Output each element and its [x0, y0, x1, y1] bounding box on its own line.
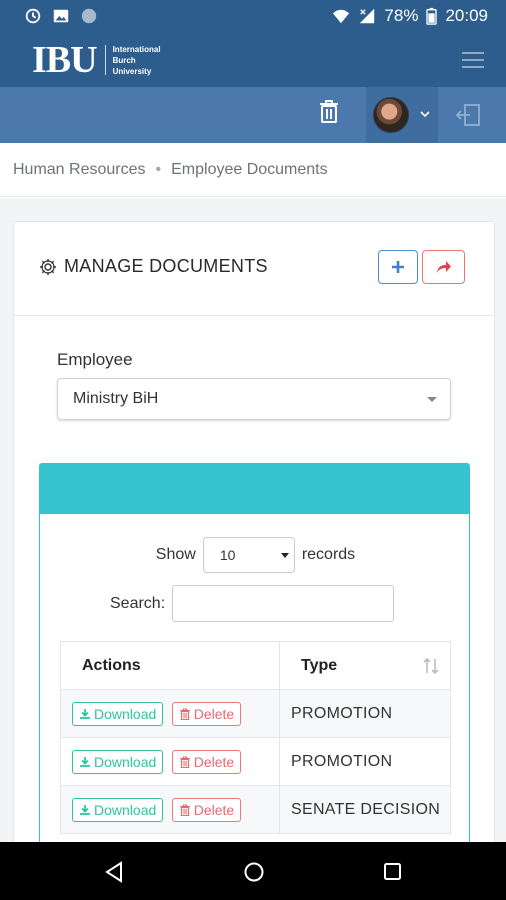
actions-cell: Download Delete	[60, 737, 280, 786]
card-title-text: MANAGE DOCUMENTS	[64, 256, 268, 276]
logo[interactable]: IBU International Burch University	[32, 39, 161, 81]
employee-select[interactable]: Ministry BiH	[57, 378, 451, 420]
hamburger-menu-icon[interactable]	[462, 52, 484, 68]
page-length-value: 10	[219, 547, 236, 563]
employee-label: Employee	[57, 350, 133, 369]
caret-down-icon	[280, 553, 289, 558]
circle-icon	[81, 8, 97, 24]
battery-percent: 78%	[384, 6, 419, 25]
logo-text: IBU	[32, 39, 98, 81]
breadcrumb: Human Resources • Employee Documents	[0, 143, 506, 197]
documents-panel: Show 10 records Search: Actions Type Dow…	[39, 463, 470, 883]
table-row: Download Delete PROMOTION	[60, 689, 451, 738]
trash-icon[interactable]	[317, 99, 341, 125]
type-cell: PROMOTION	[279, 737, 451, 786]
logo-subtitle: International Burch University	[112, 44, 161, 76]
type-cell: PROMOTION	[279, 689, 451, 738]
panel-header	[40, 464, 469, 514]
page-length-select[interactable]: 10	[202, 537, 295, 573]
card-header: MANAGE DOCUMENTS	[14, 222, 494, 316]
table-row: Download Delete SENATE DECISION	[60, 785, 451, 834]
table-header-row: Actions Type	[60, 641, 451, 690]
avatar	[373, 97, 409, 133]
clock: 20:09	[445, 6, 488, 25]
employee-select-value: Ministry BiH	[73, 390, 159, 407]
logout-icon[interactable]	[455, 103, 481, 127]
actions-cell: Download Delete	[60, 785, 280, 834]
column-header-actions[interactable]: Actions	[60, 641, 280, 690]
battery-icon	[426, 7, 438, 25]
trash-icon	[179, 707, 190, 720]
search-control: Search:	[110, 585, 395, 622]
recent-apps-icon[interactable]	[383, 862, 402, 881]
alarm-icon	[25, 8, 41, 24]
card-title: MANAGE DOCUMENTS	[38, 256, 268, 277]
page-length-control: Show 10 records	[40, 537, 471, 573]
add-document-button[interactable]	[378, 250, 418, 284]
delete-button[interactable]: Delete	[171, 797, 242, 822]
breadcrumb-item-human-resources[interactable]: Human Resources	[13, 161, 146, 179]
share-arrow-icon	[436, 261, 451, 273]
download-button[interactable]: Download	[72, 797, 164, 822]
trash-icon	[179, 755, 190, 768]
user-menu[interactable]	[366, 87, 438, 143]
search-input[interactable]	[172, 585, 395, 622]
delete-button[interactable]: Delete	[171, 749, 242, 774]
column-header-type-label: Type	[301, 656, 338, 674]
download-icon	[80, 804, 90, 815]
navigation-bar	[0, 842, 506, 900]
signal-icon	[360, 8, 375, 24]
download-button[interactable]: Download	[72, 749, 164, 774]
caret-down-icon	[427, 397, 437, 402]
logo-divider	[104, 45, 106, 75]
actions-cell: Download Delete	[60, 689, 280, 738]
top-header: IBU International Burch University	[0, 32, 506, 87]
breadcrumb-separator: •	[155, 160, 162, 178]
show-label: Show	[155, 546, 196, 563]
sort-icon[interactable]	[423, 657, 439, 675]
wifi-icon	[333, 9, 350, 24]
manage-documents-card: MANAGE DOCUMENTS Employee Ministry BiH S…	[13, 221, 495, 883]
column-header-type[interactable]: Type	[279, 641, 451, 690]
status-bar: 78% 20:09	[0, 0, 506, 32]
download-button[interactable]: Download	[72, 701, 164, 726]
records-label: records	[301, 546, 356, 563]
download-icon	[80, 708, 90, 719]
type-cell: SENATE DECISION	[279, 785, 451, 834]
gear-icon	[40, 258, 56, 275]
back-icon[interactable]	[104, 861, 124, 883]
image-icon	[53, 9, 69, 23]
toolbar	[0, 87, 506, 143]
plus-icon	[392, 261, 404, 273]
trash-icon	[179, 803, 190, 816]
search-label: Search:	[110, 594, 166, 612]
download-icon	[80, 756, 90, 767]
home-icon[interactable]	[243, 861, 265, 883]
delete-button[interactable]: Delete	[171, 701, 242, 726]
table-row: Download Delete PROMOTION	[60, 737, 451, 786]
documents-table: Actions Type Download Delete PROMOTION D…	[60, 641, 451, 834]
breadcrumb-item-employee-documents: Employee Documents	[171, 160, 328, 178]
share-button[interactable]	[422, 250, 465, 284]
chevron-down-icon	[420, 111, 430, 118]
